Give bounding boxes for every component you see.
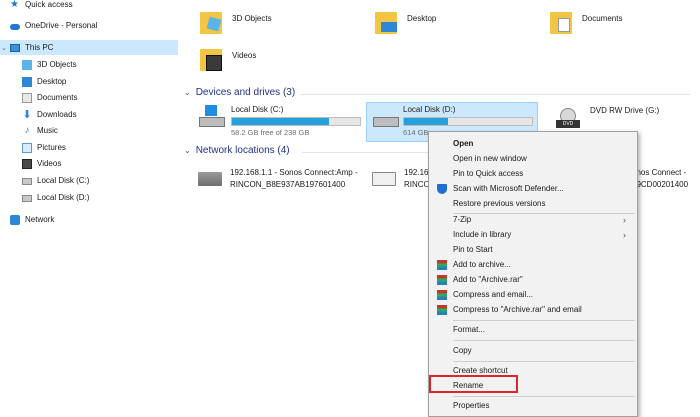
drive-usage-bar — [403, 117, 533, 126]
chevron-down-icon[interactable]: ⌄ — [184, 146, 191, 155]
drive-icon — [22, 195, 32, 202]
folder-icon — [200, 45, 226, 75]
sidebar-item-desktop[interactable]: Desktop — [0, 74, 178, 89]
chevron-right-icon: › — [623, 229, 626, 240]
dvd-drive-icon: DVD — [556, 106, 584, 130]
folder-documents[interactable]: Documents — [550, 8, 622, 38]
chevron-down-icon[interactable]: ⌄ — [184, 88, 191, 97]
documents-icon — [22, 92, 32, 103]
windows-drive-icon — [197, 105, 225, 129]
section-devices-and-drives[interactable]: ⌄ Devices and drives (3) — [184, 87, 295, 98]
network-location-sonos-connect[interactable]: onos Connect - 79CD00201400 — [632, 168, 688, 189]
menu-separator — [453, 340, 635, 341]
star-icon: ★ — [10, 0, 19, 10]
videos-icon — [22, 158, 32, 169]
chevron-down-icon[interactable]: ⌄ — [0, 44, 8, 52]
pictures-icon — [22, 142, 32, 153]
network-device-icon — [198, 172, 222, 186]
sidebar-item-quick-access[interactable]: ★ Quick access — [0, 0, 178, 12]
menu-item-add-archive-rar[interactable]: Add to "Archive.rar" — [429, 272, 637, 287]
navigation-pane: ★ Quick access OneDrive - Personal ⌄ Thi… — [0, 0, 178, 417]
desktop-icon — [22, 76, 32, 87]
sidebar-item-onedrive[interactable]: OneDrive - Personal — [0, 18, 178, 33]
menu-item-add-archive[interactable]: Add to archive... — [429, 257, 637, 272]
sidebar-item-local-disk-c[interactable]: Local Disk (C:) — [0, 173, 178, 188]
sidebar-item-videos[interactable]: Videos — [0, 156, 178, 171]
sidebar-item-network[interactable]: Network — [0, 212, 178, 227]
drive-dvd-rw-g[interactable]: DVD DVD RW Drive (G:) — [556, 106, 659, 130]
drive-icon — [22, 178, 32, 185]
drive-local-disk-c[interactable]: Local Disk (C:) 58.2 GB free of 238 GB — [197, 105, 361, 137]
3d-objects-icon — [22, 59, 32, 70]
menu-item-open-new-window[interactable]: Open in new window — [429, 151, 637, 166]
menu-separator — [453, 361, 635, 362]
computer-icon — [10, 43, 20, 52]
menu-item-open[interactable]: Open — [429, 136, 637, 151]
sidebar-item-local-disk-d[interactable]: Local Disk (D:) — [0, 190, 178, 205]
shield-icon — [437, 183, 447, 194]
menu-item-format[interactable]: Format... — [429, 322, 637, 337]
drive-usage-bar — [231, 117, 361, 126]
menu-item-copy[interactable]: Copy — [429, 343, 637, 358]
menu-item-properties[interactable]: Properties — [429, 398, 637, 413]
menu-item-7zip[interactable]: 7-Zip › — [429, 212, 637, 227]
network-location-sonos-amp[interactable]: 192.168.1.1 - Sonos Connect:Amp - RINCON… — [198, 168, 358, 189]
menu-item-restore-versions[interactable]: Restore previous versions — [429, 196, 637, 211]
sidebar-item-documents[interactable]: Documents — [0, 90, 178, 105]
menu-item-pin-quick-access[interactable]: Pin to Quick access — [429, 166, 637, 181]
section-divider — [302, 152, 428, 153]
winrar-icon — [437, 289, 447, 300]
winrar-icon — [437, 304, 447, 315]
cloud-icon — [10, 23, 20, 30]
sidebar-item-downloads[interactable]: ⬇ Downloads — [0, 107, 178, 122]
folder-icon — [375, 8, 401, 38]
chevron-right-icon: › — [623, 214, 626, 225]
folder-icon — [550, 8, 576, 38]
menu-item-scan-defender[interactable]: Scan with Microsoft Defender... — [429, 181, 637, 196]
folder-videos[interactable]: Videos — [200, 45, 256, 75]
section-network-locations[interactable]: ⌄ Network locations (4) — [184, 145, 290, 156]
menu-item-include-library[interactable]: Include in library › — [429, 227, 637, 242]
section-divider — [300, 94, 690, 95]
music-note-icon: ♪ — [24, 124, 30, 136]
network-device-icon — [372, 172, 396, 186]
winrar-icon — [437, 274, 447, 285]
sidebar-item-music[interactable]: ♪ Music — [0, 123, 178, 138]
menu-item-compress-rar-email[interactable]: Compress to "Archive.rar" and email — [429, 302, 637, 317]
menu-separator — [453, 320, 635, 321]
network-icon — [10, 214, 20, 225]
sidebar-item-3d-objects[interactable]: 3D Objects — [0, 57, 178, 72]
drive-icon — [371, 105, 399, 129]
folder-3d-objects[interactable]: 3D Objects — [200, 8, 272, 38]
download-arrow-icon: ⬇ — [22, 108, 32, 121]
sidebar-item-this-pc[interactable]: ⌄ This PC — [0, 40, 178, 55]
menu-item-pin-start[interactable]: Pin to Start — [429, 242, 637, 257]
winrar-icon — [437, 259, 447, 270]
folder-desktop[interactable]: Desktop — [375, 8, 436, 38]
folder-icon — [200, 8, 226, 38]
sidebar-item-pictures[interactable]: Pictures — [0, 140, 178, 155]
menu-item-compress-email[interactable]: Compress and email... — [429, 287, 637, 302]
rename-highlight-box — [429, 375, 518, 393]
menu-separator — [453, 396, 635, 397]
